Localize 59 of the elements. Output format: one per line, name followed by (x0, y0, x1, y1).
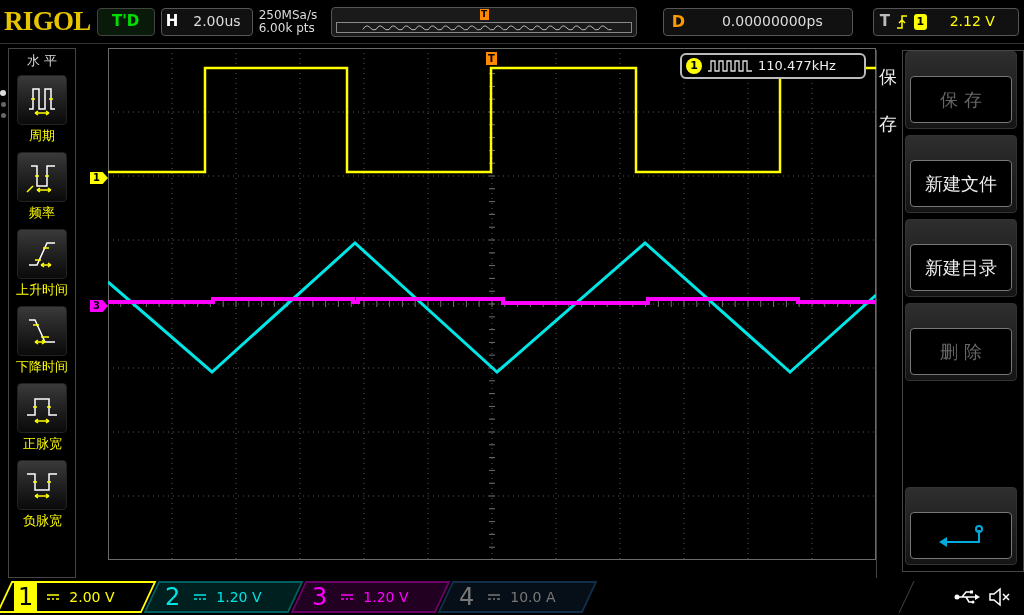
channel-tab[interactable]: 4 10.0 A (437, 580, 598, 613)
channel-tab[interactable]: 3 1.20 V (290, 580, 451, 613)
memory-depth: 6.00k pts (258, 21, 315, 35)
trigger-source-badge: 1 (913, 13, 927, 30)
channel-scale: 10.0 A (510, 587, 556, 606)
channel-tab[interactable]: 2 1.20 V (143, 580, 304, 613)
softkey-label: 新建文件 (925, 172, 997, 196)
trigger-level: 2.12 V (948, 12, 996, 31)
measurement-label: 下降时间 (16, 357, 68, 376)
measurement-button[interactable] (17, 74, 67, 125)
channel-number: 1 (14, 581, 38, 612)
measurement-label: 上升时间 (16, 280, 68, 299)
softkey-button[interactable]: 新建目录 (905, 219, 1017, 297)
frequency-value: 110.477kHz (758, 57, 836, 76)
channel-number: 3 (311, 581, 329, 612)
horizontal-value: 2.00us (192, 12, 242, 31)
trigger-label: T (879, 11, 890, 33)
pulse-train-icon (708, 59, 752, 73)
softkey-label: 保 存 (940, 88, 982, 112)
measurement-label: 频率 (29, 203, 55, 222)
channel-scale: 2.00 V (69, 587, 115, 606)
channel-scale: 1.20 V (216, 587, 262, 606)
dc-coupling-icon (47, 592, 60, 601)
return-arrow-icon (937, 523, 985, 548)
measurement-button[interactable] (17, 305, 67, 356)
rising-edge-icon (895, 13, 908, 30)
menu-title: 保存 (879, 65, 897, 136)
channel-tab[interactable]: 1 2.00 V (0, 580, 157, 613)
sample-rate: 250MSa/s (258, 8, 319, 22)
channel-number: 4 (458, 581, 476, 612)
menu-title: 水 平 (26, 52, 58, 70)
brand-logo: RIGOL (4, 8, 91, 35)
usb-icon (954, 589, 980, 604)
channel-marker: 3 (90, 300, 108, 312)
channel-marker: 1 (90, 172, 108, 184)
speaker-muted-icon (988, 586, 1012, 607)
measurement-label: 周期 (29, 126, 55, 145)
trigger-status: T'D (96, 7, 155, 36)
measurement-button[interactable] (17, 228, 67, 279)
softkey-label: 新建目录 (925, 256, 997, 280)
softkey-label: 删 除 (940, 340, 982, 364)
measurement-button[interactable] (17, 151, 67, 202)
delay-value: 0.00000000ps (720, 12, 824, 31)
channel-number: 2 (164, 581, 182, 612)
dc-coupling-icon (341, 592, 354, 601)
softkey-button[interactable]: 新建文件 (905, 135, 1017, 213)
measurement-label: 正脉宽 (22, 434, 62, 453)
dc-coupling-icon (488, 592, 501, 601)
trigger-position-marker: T (479, 8, 489, 20)
measurement-button[interactable] (17, 459, 67, 510)
measurement-label: 负脉宽 (22, 511, 62, 530)
channel-scale: 1.20 V (363, 587, 409, 606)
measurement-button[interactable] (17, 382, 67, 433)
horizontal-label: H (164, 11, 180, 33)
dc-coupling-icon (194, 592, 207, 601)
trigger-marker: T (486, 52, 497, 65)
delay-label: D (670, 10, 686, 33)
softkey-button[interactable] (905, 487, 1017, 565)
channel-badge: 1 (686, 58, 702, 74)
